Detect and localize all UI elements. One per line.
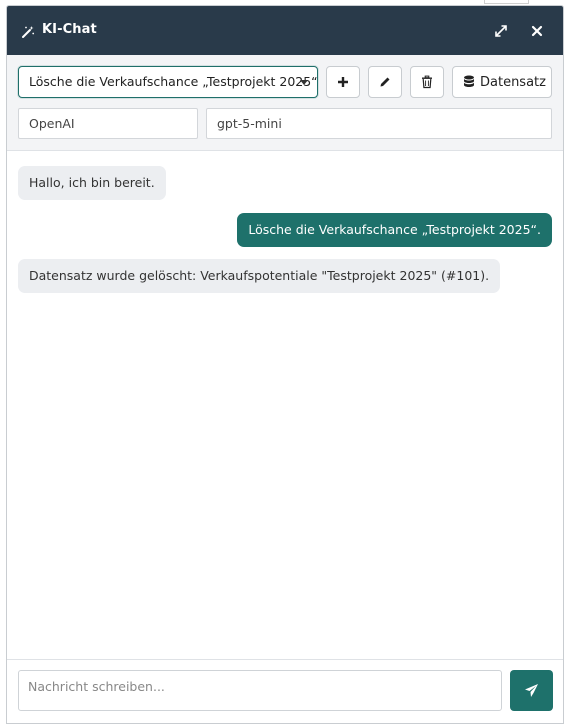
datensatz-button[interactable]: Datensatz	[452, 66, 552, 98]
magic-wand-icon	[21, 24, 35, 38]
caret-down-icon	[300, 80, 308, 85]
message-list: Hallo, ich bin bereit. Lösche die Verkau…	[7, 152, 563, 659]
provider-field[interactable]: OpenAI	[18, 108, 198, 139]
model-field[interactable]: gpt-5-mini	[206, 108, 552, 139]
new-conversation-button[interactable]	[326, 66, 360, 98]
assistant-message: Hallo, ich bin bereit.	[18, 166, 166, 200]
assistant-message: Datensatz wurde gelöscht: Verkaufspotent…	[18, 259, 501, 293]
close-button[interactable]	[528, 22, 546, 40]
background-tab	[484, 0, 529, 4]
expand-button[interactable]	[492, 22, 510, 40]
user-message: Lösche die Verkaufschance „Testprojekt 2…	[237, 213, 552, 247]
expand-icon	[492, 22, 510, 40]
conversation-select-value: Lösche die Verkaufschance „Testprojekt 2…	[29, 74, 318, 89]
send-button[interactable]	[510, 670, 553, 711]
window-title: KI-Chat	[42, 22, 97, 37]
conversation-select[interactable]: Lösche die Verkaufschance „Testprojekt 2…	[18, 66, 318, 98]
window-titlebar[interactable]: KI-Chat	[7, 6, 563, 55]
edit-conversation-button[interactable]	[368, 66, 402, 98]
ki-chat-window: KI-Chat Lösche die Verkaufschance „Testp…	[6, 5, 564, 724]
delete-conversation-button[interactable]	[410, 66, 444, 98]
database-icon	[463, 75, 475, 93]
message-composer: Nachricht schreiben...	[7, 659, 563, 723]
chat-toolbar: Lösche die Verkaufschance „Testprojekt 2…	[7, 55, 563, 151]
message-input[interactable]: Nachricht schreiben...	[18, 670, 502, 711]
close-icon	[528, 22, 546, 40]
datensatz-label: Datensatz	[480, 75, 546, 90]
